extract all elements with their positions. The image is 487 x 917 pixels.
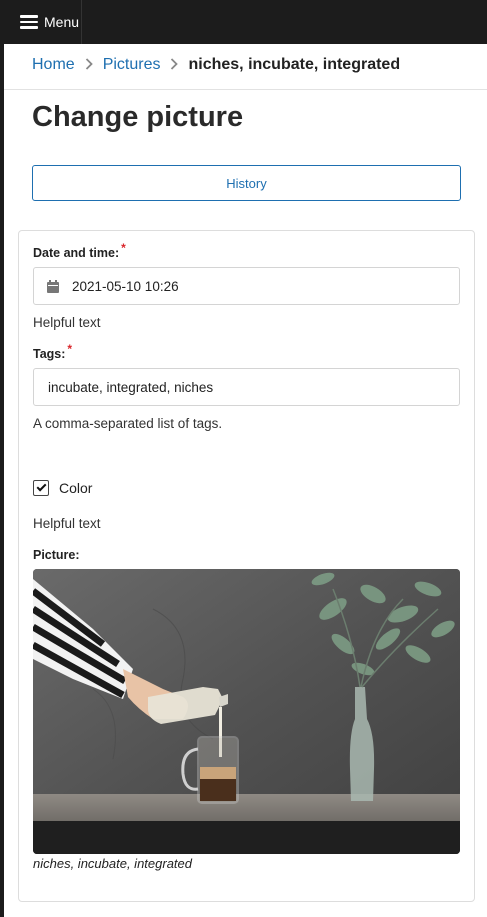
datetime-value: 2021-05-10 10:26 (72, 278, 179, 294)
datetime-help: Helpful text (33, 315, 101, 330)
tags-value: incubate, integrated, niches (48, 379, 214, 395)
tags-label-text: Tags: (33, 347, 66, 361)
breadcrumb-pictures-link[interactable]: Pictures (103, 56, 161, 74)
breadcrumb-home-link[interactable]: Home (32, 56, 75, 74)
datetime-label: Date and time: * (33, 241, 126, 260)
hamburger-icon (20, 15, 38, 29)
chevron-right-icon (85, 57, 93, 73)
tags-label: Tags: * (33, 342, 72, 361)
checkmark-icon (36, 481, 46, 492)
datetime-label-text: Date and time: (33, 246, 120, 260)
required-marker: * (121, 241, 126, 255)
picture-image (33, 569, 460, 854)
left-edge-bar (0, 44, 4, 917)
menu-label: Menu (44, 14, 80, 30)
tags-field[interactable]: incubate, integrated, niches (33, 368, 460, 406)
color-checkbox-row[interactable]: Color (33, 480, 92, 496)
color-label: Color (59, 480, 93, 496)
breadcrumb: Home Pictures niches, incubate, integrat… (32, 54, 400, 76)
tags-help: A comma-separated list of tags. (33, 416, 223, 431)
photo-illustration (33, 569, 460, 854)
calendar-icon (47, 279, 59, 293)
divider (4, 89, 487, 90)
color-help: Helpful text (33, 516, 101, 531)
datetime-field[interactable]: 2021-05-10 10:26 (33, 267, 460, 305)
picture-label: Picture: (33, 548, 80, 562)
chevron-right-icon (170, 57, 179, 73)
history-button[interactable]: History (32, 165, 461, 201)
color-checkbox[interactable] (33, 480, 49, 496)
required-marker: * (67, 342, 73, 356)
picture-caption: niches, incubate, integrated (33, 856, 192, 871)
menu-button[interactable]: Menu (4, 0, 82, 44)
page-title: Change picture (32, 101, 244, 133)
top-bar: Menu (0, 0, 487, 44)
breadcrumb-current: niches, incubate, integrated (188, 56, 401, 73)
